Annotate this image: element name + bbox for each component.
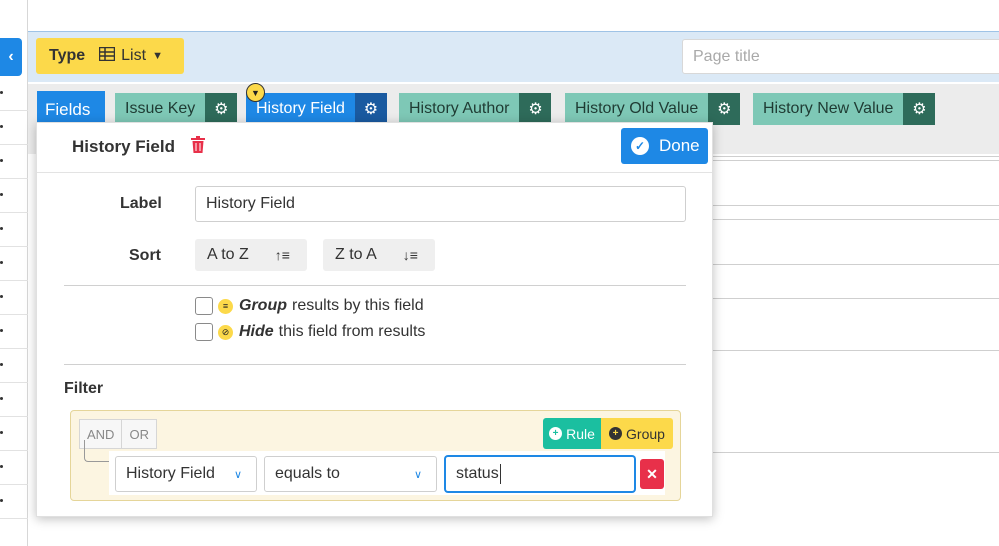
rule-operator-select[interactable]: equals to ∨ [264,456,437,492]
chevron-down-icon: ∨ [413,468,422,481]
row-handle[interactable] [0,145,28,179]
field-chip-label[interactable]: History Author [399,93,520,125]
group-option-text: results by this field [292,297,424,314]
table-icon [98,46,116,66]
row-handle[interactable] [0,247,28,281]
fields-label: Fields [37,91,105,125]
list-icon: ≡ [218,298,233,314]
rule-value-text: status [456,465,499,482]
add-group-label: Group [626,425,665,442]
row-handle[interactable] [0,281,28,315]
field-chip-label[interactable]: Issue Key [115,93,206,125]
trash-icon[interactable] [191,136,205,158]
divider [64,364,686,365]
rule-operator-value: equals to [275,465,340,482]
hide-option-bold: Hide [239,323,274,340]
group-option-bold: Group [239,297,287,314]
plus-circle-icon: + [549,427,563,440]
filter-group: AND OR + Rule + Group History Field ∨ eq… [70,410,681,501]
label-caption: Label [120,195,162,212]
page-title-placeholder: Page title [693,47,760,65]
sort-caption: Sort [129,247,161,264]
field-chip-label[interactable]: History Old Value [565,93,709,125]
or-button[interactable]: OR [121,420,156,448]
row-handle[interactable] [0,213,28,247]
rule-field-select[interactable]: History Field ∨ [115,456,257,492]
filter-caption: Filter [64,380,104,397]
row-handle[interactable] [0,451,28,485]
field-chip-history-new-value[interactable]: History New Value ⚙ [753,93,936,125]
row-handle[interactable] [0,179,28,213]
field-chip-history-old-value[interactable]: History Old Value ⚙ [565,93,741,125]
filter-icon: ▼ [246,83,265,102]
add-rule-label: Rule [566,425,595,442]
field-editor-panel: History Field ✓ Done Label History Field… [36,122,713,517]
sort-asc-button[interactable]: A to Z ↑≡ [195,239,307,271]
rule-value-input[interactable]: status [445,456,635,492]
text-caret [499,464,501,484]
chevron-down-icon: ▼ [152,50,163,62]
type-value: List [121,47,147,64]
sort-desc-icon: ↓≡ [402,247,418,263]
hide-option[interactable]: ⊘ Hide this field from results [195,323,425,341]
sort-asc-icon: ↑≡ [274,247,290,263]
field-chip-issue-key[interactable]: Issue Key ⚙ [115,93,238,125]
divider [64,285,686,286]
sort-desc-button[interactable]: Z to A ↓≡ [323,239,435,271]
row-handle[interactable] [0,315,28,349]
back-button[interactable]: ‹ [0,38,22,76]
group-option[interactable]: ≡ Group results by this field [195,297,424,315]
row-handle[interactable] [0,77,28,111]
row-handle[interactable] [0,485,28,519]
sort-desc-label: Z to A [335,246,377,263]
chevron-left-icon: ‹ [8,48,14,65]
eye-slash-icon: ⊘ [218,324,233,340]
page-title-input[interactable]: Page title [682,39,999,74]
row-handle[interactable] [0,383,28,417]
gear-icon[interactable]: ⚙ [903,93,936,125]
add-rule-button[interactable]: + Rule [543,418,601,449]
sort-asc-label: A to Z [207,246,249,263]
field-editor-title: History Field [72,137,175,156]
gear-icon[interactable]: ⚙ [708,93,741,125]
row-handle[interactable] [0,417,28,451]
left-row-strip [0,0,28,546]
gear-icon[interactable]: ⚙ [354,93,387,125]
gear-icon[interactable]: ⚙ [205,93,238,125]
plus-circle-icon: + [609,427,623,440]
field-chip-history-author[interactable]: History Author ⚙ [399,93,552,125]
field-chip-label[interactable]: History New Value [753,93,904,125]
close-icon: ✕ [646,465,658,482]
type-dropdown[interactable]: Type List ▼ [36,38,184,74]
hide-option-text: this field from results [278,323,426,340]
label-input-value: History Field [206,195,295,212]
done-label: Done [659,136,700,155]
rule-field-value: History Field [126,465,215,482]
group-checkbox[interactable] [195,297,213,315]
label-input[interactable]: History Field [195,186,686,222]
check-circle-icon: ✓ [631,137,649,155]
chevron-down-icon: ∨ [233,468,242,481]
type-label: Type [49,47,86,64]
hide-checkbox[interactable] [195,323,213,341]
row-handle[interactable] [0,111,28,145]
rule-connector [84,440,112,462]
row-handle[interactable] [0,349,28,383]
done-button[interactable]: ✓ Done [621,128,708,164]
field-chip-history-field[interactable]: History Field ⚙ [246,93,387,125]
gear-icon[interactable]: ⚙ [519,93,552,125]
add-group-button[interactable]: + Group [601,418,673,449]
delete-rule-button[interactable]: ✕ [640,459,664,489]
